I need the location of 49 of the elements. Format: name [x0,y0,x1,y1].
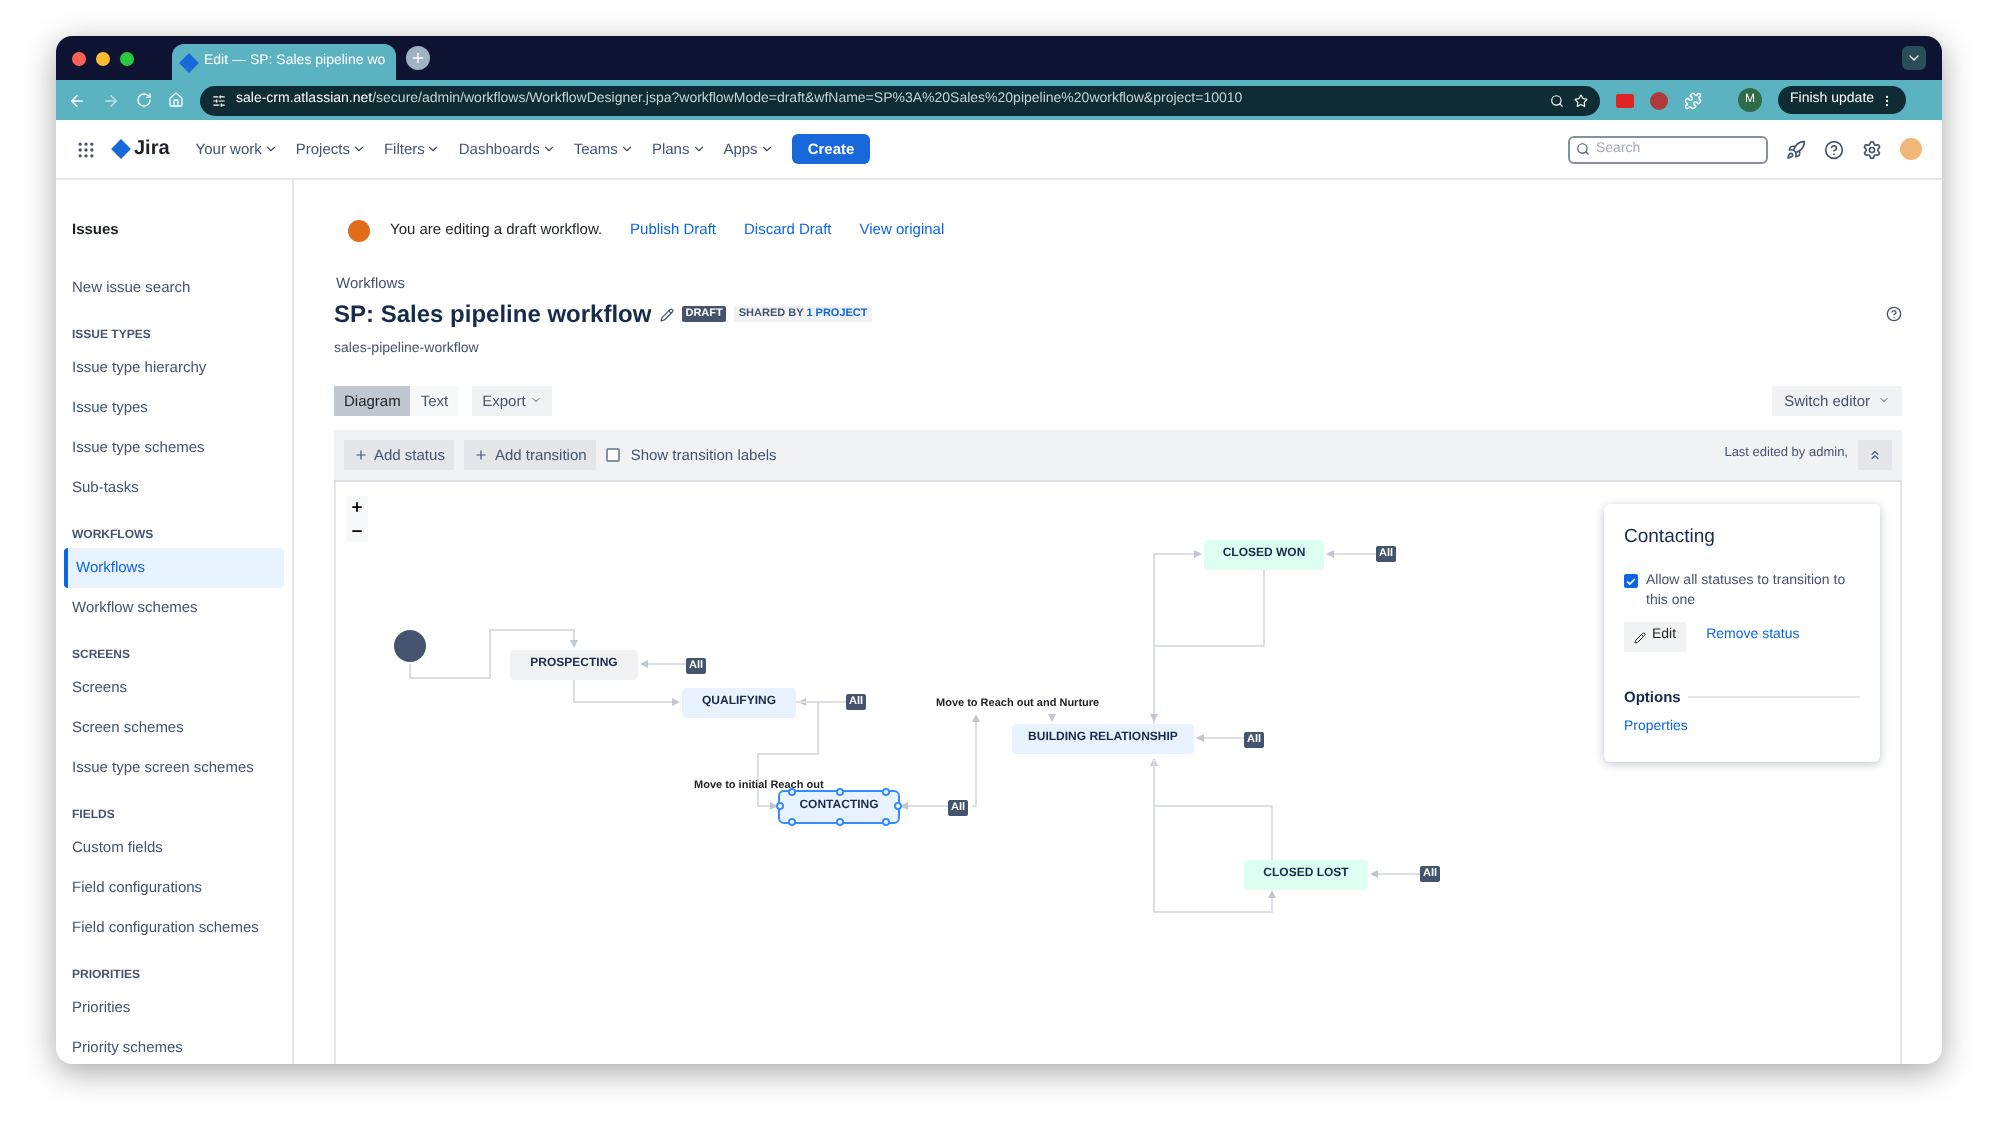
maximize-window-icon[interactable] [120,51,134,65]
show-labels-checkbox[interactable] [606,447,621,462]
jira-logo-icon [111,139,131,159]
forward-icon[interactable] [102,91,120,109]
app-switcher-icon[interactable] [76,139,96,159]
check-icon [1626,575,1636,587]
reload-icon[interactable] [136,92,152,108]
chevron-down-icon [1906,50,1922,66]
tab-list-button[interactable] [1902,46,1926,70]
jira-logo[interactable]: Jira [114,134,170,164]
notifications-icon[interactable] [1786,139,1806,159]
plus-icon [410,50,426,66]
chevron-down-icon [541,142,556,156]
home-icon[interactable] [168,92,184,108]
jira-logo-icon [179,52,199,72]
start-node[interactable] [394,629,426,662]
chevron-down-icon [351,142,366,156]
zoom-in-icon[interactable] [350,500,364,514]
chevron-down-icon [619,142,634,156]
help-icon[interactable] [1886,306,1902,323]
allow-all-checkbox[interactable] [1624,574,1638,588]
chevron-down-icon [691,142,706,156]
new-tab-button[interactable] [406,46,430,70]
user-avatar[interactable] [1900,138,1922,160]
bookmark-star-icon[interactable] [1574,93,1588,107]
resize-handle[interactable] [835,817,843,826]
back-icon[interactable] [68,91,86,109]
page-title: SP: Sales pipeline workflow [334,298,652,333]
chevron-down-icon [1878,394,1890,407]
double-chevron-up-icon [1868,447,1882,462]
zoom-icon[interactable] [1550,93,1564,107]
chevron-down-icon [263,142,278,156]
plus-icon [474,447,489,462]
resize-handle[interactable] [835,787,843,796]
search-icon [1576,142,1590,156]
help-icon[interactable] [1824,139,1844,159]
extensions-icon[interactable] [1684,91,1702,109]
plus-icon [354,447,368,462]
minimize-window-icon[interactable] [96,51,110,65]
panel-title: Contacting [1624,523,1717,552]
site-info-icon[interactable] [212,93,226,107]
chevron-down-icon [529,394,542,407]
edit-name-icon[interactable] [659,307,674,322]
chevron-down-icon [426,142,441,156]
chevron-down-icon [759,142,774,156]
settings-icon[interactable] [1862,139,1882,159]
collapse-button[interactable] [1858,439,1892,470]
pencil-icon [1634,631,1646,643]
close-window-icon[interactable] [72,51,86,65]
